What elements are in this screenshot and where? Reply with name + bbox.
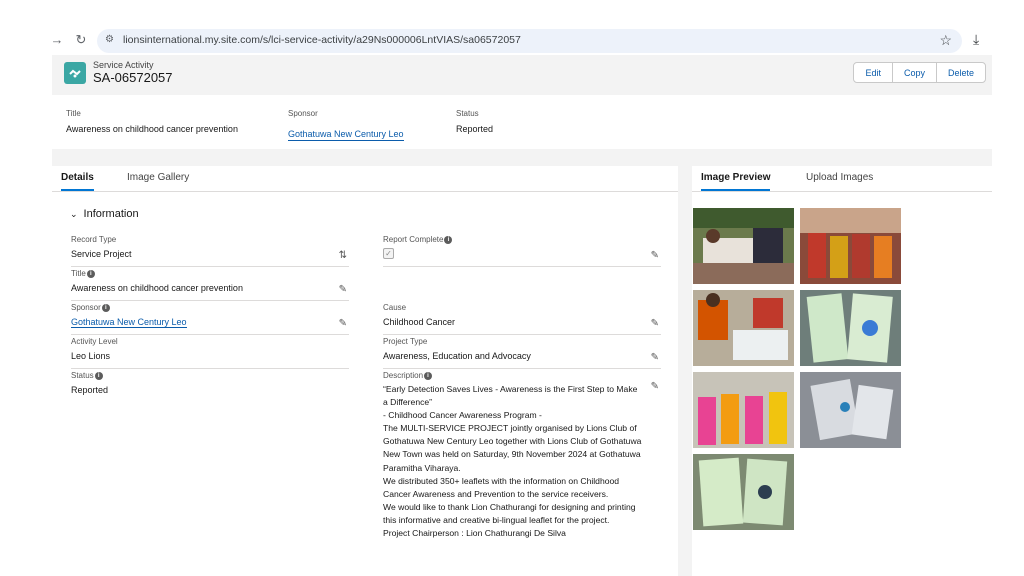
- preview-image-4[interactable]: [800, 290, 901, 366]
- service-activity-icon: [64, 62, 86, 84]
- preview-image-1[interactable]: [693, 208, 794, 284]
- site-settings-icon[interactable]: ⚙: [105, 34, 114, 45]
- field-activity-level: Activity Level Leo Lions: [71, 335, 349, 369]
- field-cause: Cause Childhood Cancer ✎: [383, 301, 661, 335]
- preview-image-5[interactable]: [693, 372, 794, 448]
- field-report-complete: Report Complete i ✓ ✎: [383, 233, 661, 267]
- pencil-icon[interactable]: ✎: [651, 318, 659, 329]
- tab-image-gallery[interactable]: Image Gallery: [127, 172, 189, 189]
- address-bar[interactable]: ⚙ lionsinternational.my.site.com/s/lci-s…: [97, 29, 962, 53]
- pencil-icon[interactable]: ✎: [651, 352, 659, 363]
- tab-image-preview[interactable]: Image Preview: [701, 172, 771, 191]
- record-name: SA-06572057: [93, 70, 173, 85]
- pencil-icon[interactable]: ✎: [339, 284, 347, 295]
- record-header: Service Activity SA-06572057 Edit Copy D…: [52, 55, 992, 95]
- highlight-status: Status Reported: [456, 109, 494, 134]
- checkbox-icon: ✓: [383, 248, 394, 259]
- sponsor-field-link[interactable]: Gothatuwa New Century Leo: [71, 317, 187, 328]
- back-arrow-icon[interactable]: →: [48, 32, 66, 47]
- edit-button[interactable]: Edit: [854, 63, 892, 82]
- highlights-panel: Title Awareness on childhood cancer prev…: [52, 95, 992, 149]
- record-actions: Edit Copy Delete: [853, 62, 986, 83]
- details-tabs: Details Image Gallery: [52, 166, 678, 192]
- images-panel: Image Preview Upload Images: [692, 166, 992, 576]
- record-page: Service Activity SA-06572057 Edit Copy D…: [52, 55, 992, 576]
- pencil-icon[interactable]: ✎: [651, 250, 659, 261]
- reload-icon[interactable]: ↻: [72, 32, 90, 48]
- highlight-sponsor: Sponsor Gothatuwa New Century Leo: [288, 109, 404, 141]
- tab-upload-images[interactable]: Upload Images: [806, 172, 873, 189]
- tab-details[interactable]: Details: [61, 172, 94, 191]
- description-text: “Early Detection Saves Lives - Awareness…: [383, 384, 642, 539]
- preview-image-6[interactable]: [800, 372, 901, 448]
- star-icon[interactable]: ☆: [939, 32, 952, 49]
- delete-button[interactable]: Delete: [935, 63, 985, 82]
- info-icon[interactable]: i: [424, 371, 433, 380]
- field-sponsor: Sponsor i Gothatuwa New Century Leo ✎: [71, 301, 349, 335]
- info-icon[interactable]: i: [444, 235, 453, 244]
- preview-image-7[interactable]: [693, 454, 794, 530]
- copy-button[interactable]: Copy: [891, 63, 936, 82]
- field-record-type: Record Type Service Project ⇅: [71, 233, 349, 267]
- info-icon[interactable]: i: [86, 269, 95, 278]
- swap-icon[interactable]: ⇅: [339, 250, 347, 261]
- browser-toolbar: → ↻ ⚙ lionsinternational.my.site.com/s/l…: [0, 27, 1024, 55]
- pencil-icon[interactable]: ✎: [651, 381, 659, 392]
- field-project-type: Project Type Awareness, Education and Ad…: [383, 335, 661, 369]
- field-status: Status i Reported: [71, 371, 109, 395]
- section-information[interactable]: ⌄ Information: [70, 208, 139, 220]
- pencil-icon[interactable]: ✎: [339, 318, 347, 329]
- details-panel: Details Image Gallery ⌄ Information Recor…: [52, 166, 678, 576]
- image-tabs: Image Preview Upload Images: [692, 166, 992, 192]
- info-icon[interactable]: i: [94, 371, 103, 380]
- record-type-label: Service Activity: [93, 60, 154, 70]
- info-icon[interactable]: i: [101, 303, 110, 312]
- url-text: lionsinternational.my.site.com/s/lci-ser…: [123, 34, 521, 46]
- download-icon[interactable]: ⤓: [973, 31, 979, 48]
- preview-image-2[interactable]: [800, 208, 901, 284]
- highlight-title: Title Awareness on childhood cancer prev…: [66, 109, 238, 134]
- field-title: Title i Awareness on childhood cancer pre…: [71, 267, 349, 301]
- preview-image-3[interactable]: [693, 290, 794, 366]
- sponsor-link[interactable]: Gothatuwa New Century Leo: [288, 129, 404, 141]
- field-description: Description i “Early Detection Saves Live…: [383, 369, 661, 569]
- chevron-down-icon: ⌄: [70, 209, 78, 219]
